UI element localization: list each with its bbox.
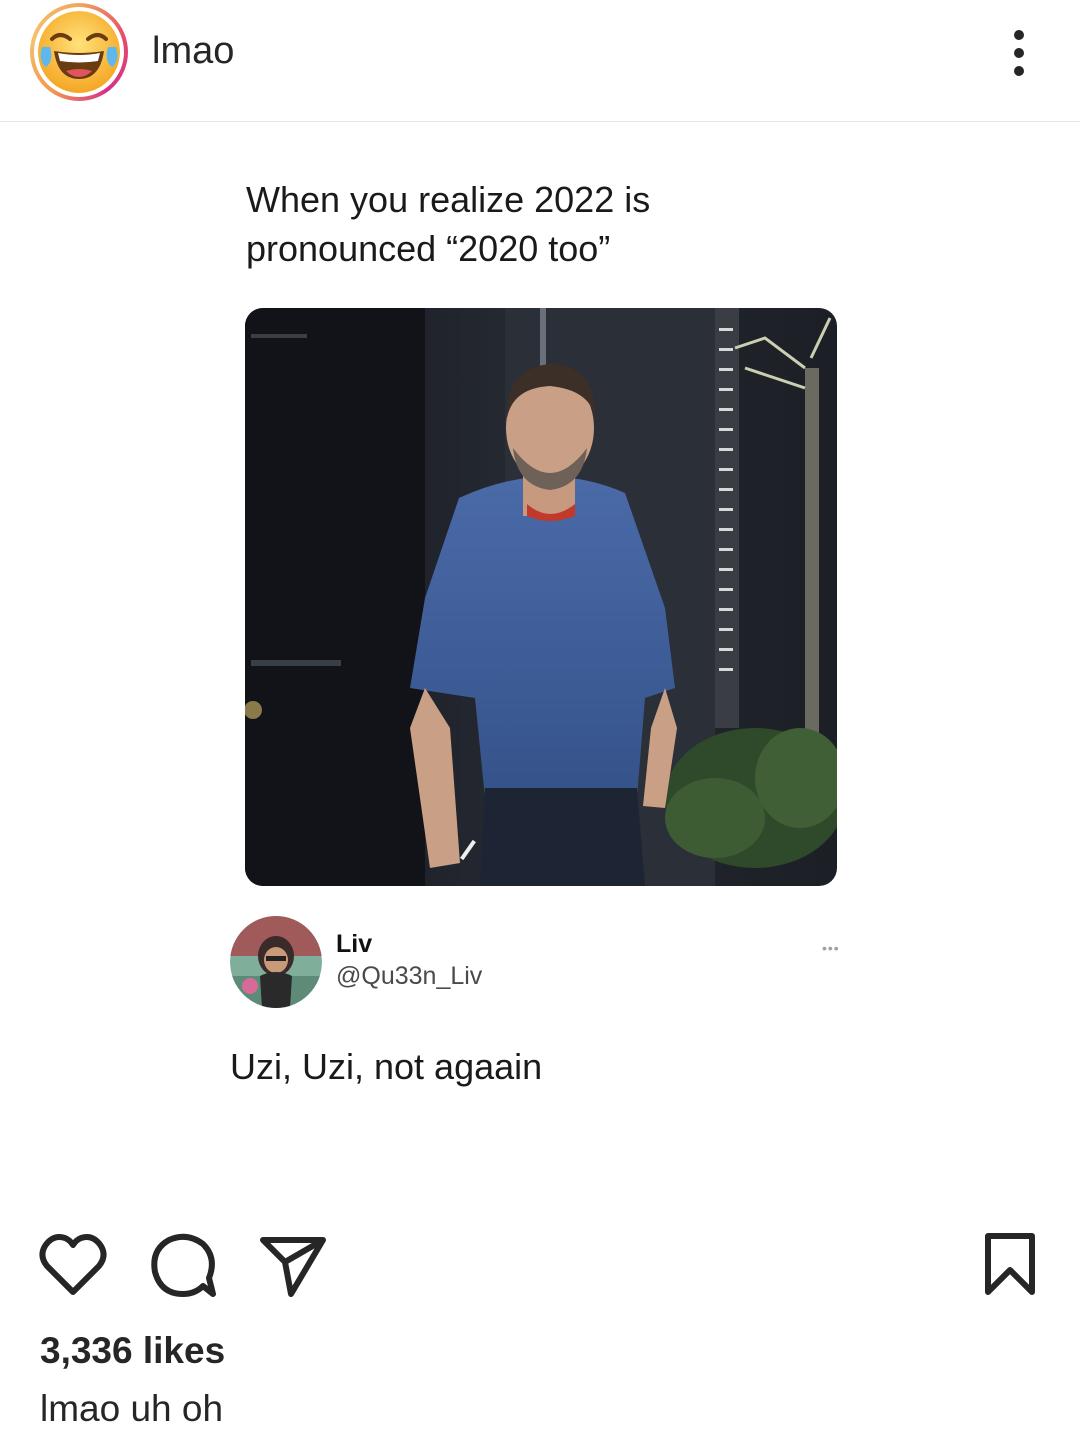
tweet-text: When you realize 2022 is pronounced “202… bbox=[246, 179, 651, 269]
reply-text: Uzi, Uzi, not agaain bbox=[230, 1046, 543, 1087]
post-header: lmao bbox=[0, 0, 1080, 122]
reply-name: Liv bbox=[336, 930, 373, 958]
reply-handle: @Qu33n_Liv bbox=[336, 962, 483, 990]
laughing-emoji-icon bbox=[38, 11, 120, 93]
reply-more-icon: ••• bbox=[822, 940, 840, 956]
caption-username[interactable]: lmao bbox=[40, 1388, 120, 1429]
tweet-photo bbox=[245, 308, 837, 886]
heart-icon[interactable] bbox=[35, 1228, 111, 1304]
caption: lmao uh oh bbox=[40, 1388, 223, 1430]
action-bar bbox=[0, 1228, 1080, 1308]
account-avatar[interactable] bbox=[30, 3, 128, 101]
comment-icon[interactable] bbox=[145, 1228, 221, 1304]
reply-avatar bbox=[230, 916, 322, 1008]
bookmark-icon[interactable] bbox=[972, 1228, 1048, 1304]
more-options-icon[interactable] bbox=[1000, 26, 1038, 80]
reply-tweet: Liv @Qu33n_Liv ••• Uzi, Uzi, not agaain bbox=[230, 916, 850, 1116]
caption-text: uh oh bbox=[120, 1388, 224, 1429]
likes-count[interactable]: 3,336 likes bbox=[40, 1330, 225, 1372]
post-image[interactable]: When you realize 2022 is pronounced “202… bbox=[0, 123, 1080, 1213]
send-icon[interactable] bbox=[255, 1228, 331, 1304]
account-name[interactable]: lmao bbox=[152, 30, 234, 73]
